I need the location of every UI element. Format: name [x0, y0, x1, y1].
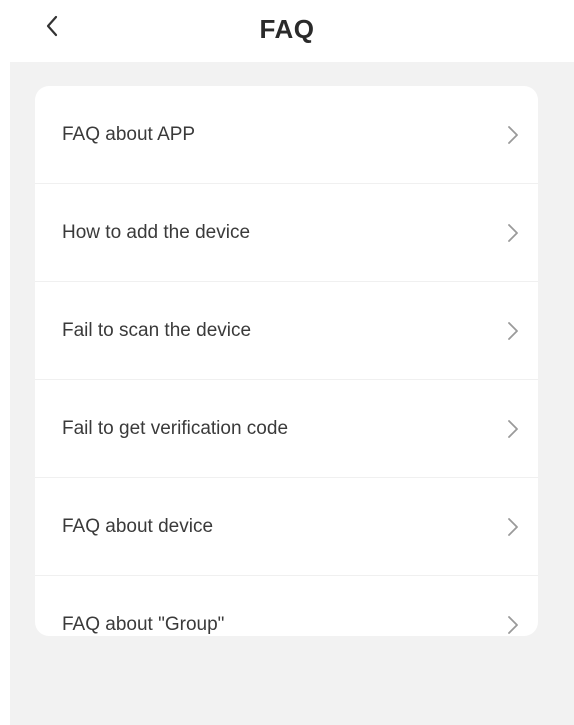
faq-item-verification-code[interactable]: Fail to get verification code [35, 379, 538, 477]
faq-item-label: Fail to scan the device [62, 319, 252, 341]
chevron-right-icon [506, 123, 520, 147]
faq-list: FAQ about APP How to add the device Fail… [35, 86, 538, 636]
faq-item-about-device[interactable]: FAQ about device [35, 477, 538, 575]
faq-item-label: FAQ about "Group" [62, 613, 225, 635]
faq-item-fail-scan[interactable]: Fail to scan the device [35, 281, 538, 379]
header-bar: FAQ [0, 0, 574, 62]
page-title: FAQ [259, 14, 315, 44]
faq-item-label: How to add the device [62, 221, 251, 243]
chevron-right-icon [506, 515, 520, 539]
faq-item-label: FAQ about device [62, 515, 214, 537]
faq-item-about-app[interactable]: FAQ about APP [35, 86, 538, 183]
chevron-right-icon [506, 221, 520, 245]
faq-item-add-device[interactable]: How to add the device [35, 183, 538, 281]
content-area: FAQ about APP How to add the device Fail… [10, 62, 574, 725]
faq-item-about-group[interactable]: FAQ about "Group" [35, 575, 538, 636]
chevron-right-icon [506, 613, 520, 637]
chevron-right-icon [506, 417, 520, 441]
faq-item-label: FAQ about APP [62, 123, 196, 145]
chevron-right-icon [506, 319, 520, 343]
faq-item-label: Fail to get verification code [62, 417, 289, 439]
